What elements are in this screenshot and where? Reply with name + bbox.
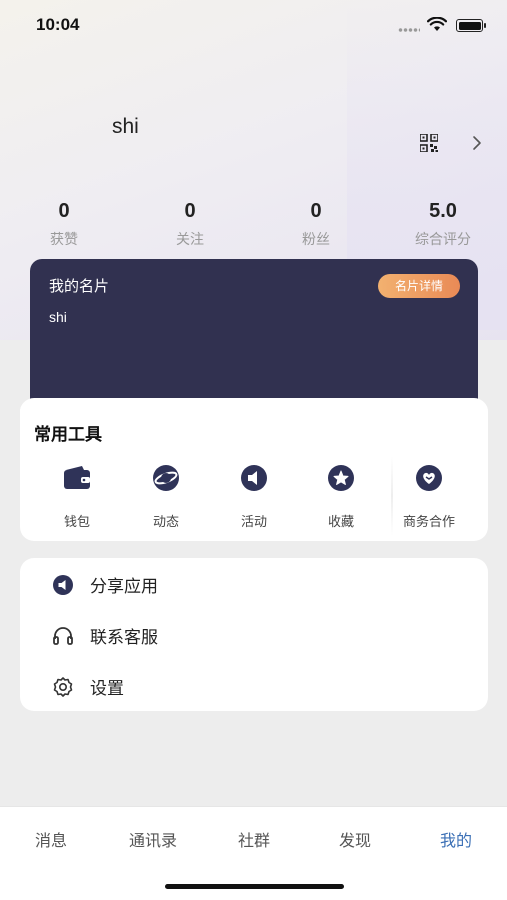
card-detail-button[interactable]: 名片详情 <box>378 274 460 298</box>
status-time: 10:04 <box>36 15 80 34</box>
menu-panel: 分享应用 联系客服 设置 <box>20 558 488 711</box>
profile-username[interactable]: shi <box>112 115 139 139</box>
stat-label: 关注 <box>176 232 204 248</box>
chevron-right-icon[interactable] <box>470 134 484 152</box>
tool-label: 钱包 <box>63 515 90 530</box>
tools-scroll-divider <box>391 456 393 536</box>
headset-icon <box>53 627 73 645</box>
tool-label: 商务合作 <box>402 515 455 530</box>
tool-favorites[interactable]: 收藏 <box>306 463 376 530</box>
home-indicator[interactable] <box>165 884 344 889</box>
menu-label: 联系客服 <box>90 628 158 648</box>
menu-item-support[interactable]: 联系客服 <box>52 621 452 651</box>
stat-following[interactable]: 0 关注 <box>140 200 240 249</box>
tool-label: 动态 <box>152 515 179 530</box>
card-name: shi <box>49 309 67 325</box>
handshake-heart-icon <box>416 465 442 491</box>
wifi-icon <box>427 17 447 31</box>
tools-panel: 常用工具 钱包 动态 活动 收藏 商务合作 <box>20 398 488 541</box>
megaphone-icon <box>241 465 267 491</box>
tool-wallet[interactable]: 钱包 <box>42 463 112 530</box>
tab-messages[interactable]: 消息 <box>11 827 91 851</box>
stat-value: 5.0 <box>429 200 457 222</box>
tool-label: 收藏 <box>327 515 354 530</box>
stat-label: 粉丝 <box>302 232 330 248</box>
tab-me[interactable]: 我的 <box>416 827 496 851</box>
status-bar: 10:04 <box>0 0 507 50</box>
tool-business[interactable]: 商务合作 <box>394 463 464 530</box>
menu-label: 分享应用 <box>90 577 158 597</box>
stat-value: 0 <box>184 200 196 222</box>
stat-label: 获赞 <box>50 232 78 248</box>
stat-value: 0 <box>58 200 70 222</box>
stat-label: 综合评分 <box>415 232 471 248</box>
tab-contacts[interactable]: 通讯录 <box>113 827 193 851</box>
planet-icon <box>153 465 179 491</box>
tool-activity[interactable]: 活动 <box>219 463 289 530</box>
tab-discover[interactable]: 发现 <box>315 827 395 851</box>
tools-title: 常用工具 <box>34 425 102 445</box>
tool-moments[interactable]: 动态 <box>131 463 201 530</box>
gear-icon <box>53 677 73 697</box>
share-speaker-icon <box>53 575 73 595</box>
qr-code-icon[interactable] <box>420 134 438 152</box>
signal-dots-icon <box>398 28 420 32</box>
menu-label: 设置 <box>90 679 124 699</box>
stat-rating[interactable]: 5.0 综合评分 <box>393 200 493 249</box>
menu-item-share[interactable]: 分享应用 <box>52 570 452 600</box>
profile-stats: 0 获赞 0 关注 0 粉丝 5.0 综合评分 <box>0 200 507 256</box>
menu-item-settings[interactable]: 设置 <box>52 672 452 702</box>
card-title: 我的名片 <box>49 277 110 295</box>
stat-likes[interactable]: 0 获赞 <box>14 200 114 249</box>
tab-groups[interactable]: 社群 <box>214 827 294 851</box>
stat-followers[interactable]: 0 粉丝 <box>266 200 366 249</box>
tool-label: 活动 <box>240 515 267 530</box>
wallet-icon <box>64 466 90 489</box>
battery-icon <box>456 19 486 32</box>
stat-value: 0 <box>310 200 322 222</box>
star-icon <box>328 465 354 491</box>
